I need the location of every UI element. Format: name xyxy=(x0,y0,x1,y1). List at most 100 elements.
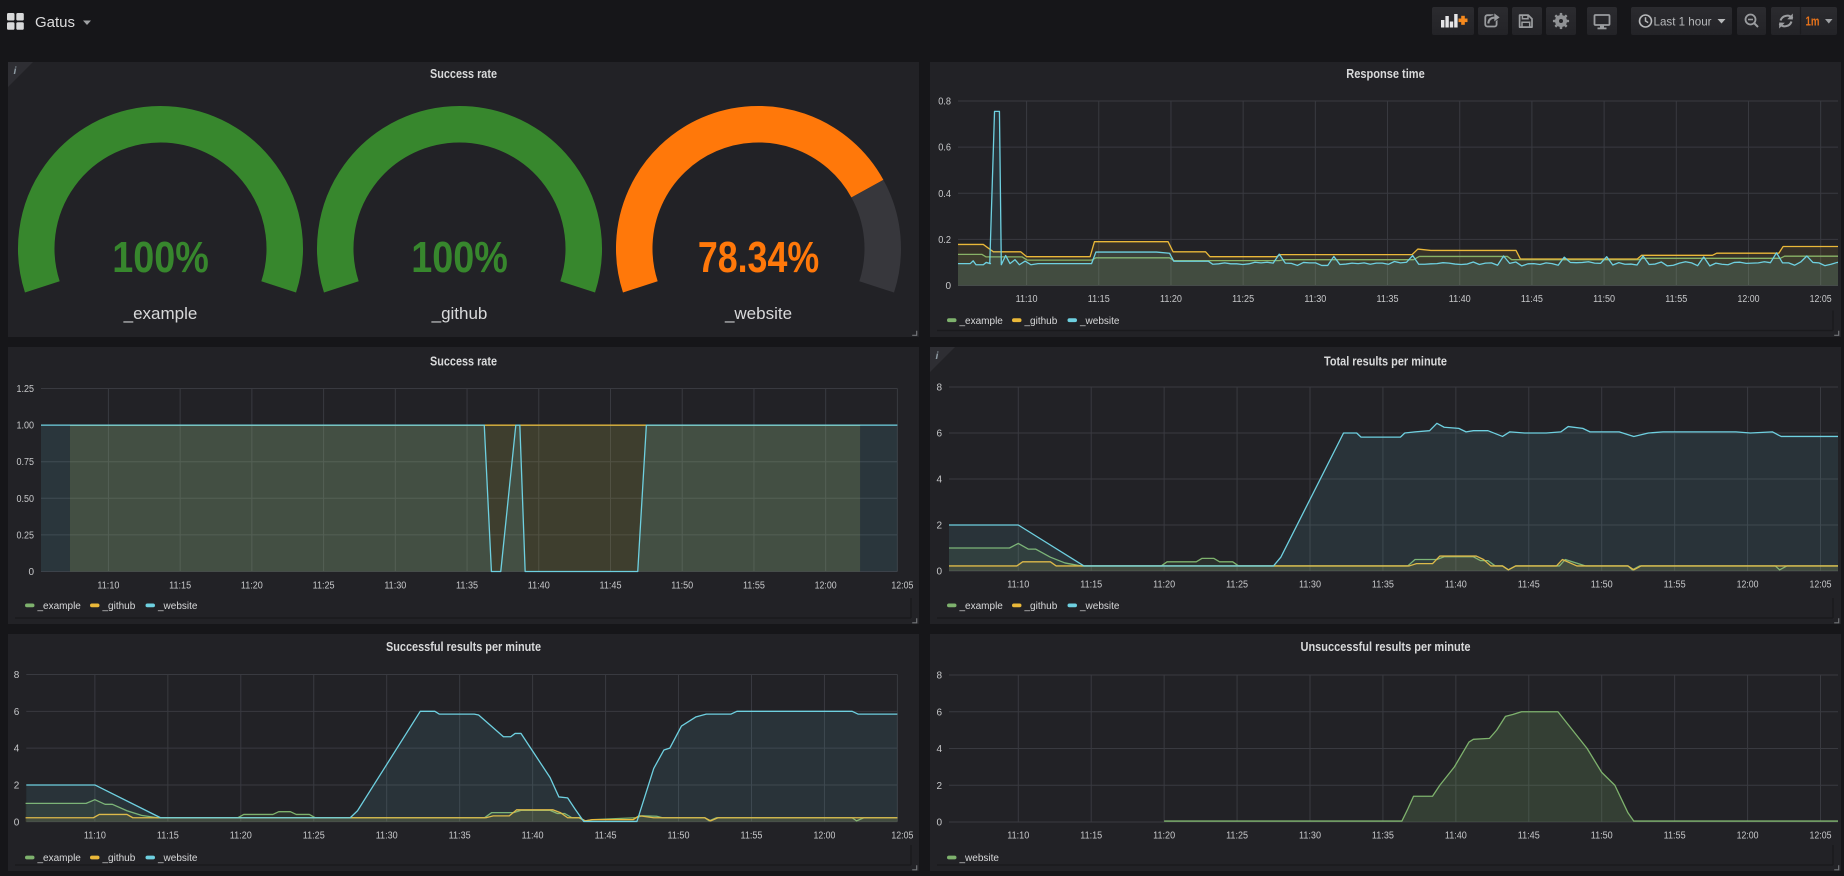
svg-text:6: 6 xyxy=(936,707,942,718)
svg-text:12:00: 12:00 xyxy=(1737,580,1759,591)
svg-text:_example: _example xyxy=(123,304,198,323)
svg-text:11:35: 11:35 xyxy=(1372,831,1394,842)
svg-text:Success rate: Success rate xyxy=(430,354,497,369)
svg-text:11:55: 11:55 xyxy=(743,580,765,591)
svg-text:11:55: 11:55 xyxy=(1664,831,1686,842)
svg-text:0.4: 0.4 xyxy=(938,189,951,200)
svg-text:100%: 100% xyxy=(411,233,508,282)
svg-text:11:40: 11:40 xyxy=(522,831,544,842)
svg-text:11:50: 11:50 xyxy=(1593,294,1615,305)
svg-text:11:15: 11:15 xyxy=(157,831,179,842)
svg-text:0: 0 xyxy=(14,817,20,828)
svg-text:11:25: 11:25 xyxy=(313,580,335,591)
svg-text:0: 0 xyxy=(936,818,942,829)
svg-text:Response time: Response time xyxy=(1346,66,1425,81)
svg-text:_website: _website xyxy=(157,853,198,864)
svg-text:6: 6 xyxy=(14,707,20,718)
svg-text:_example: _example xyxy=(959,601,1004,612)
svg-text:11:15: 11:15 xyxy=(1080,831,1102,842)
svg-text:11:10: 11:10 xyxy=(97,580,119,591)
svg-text:_github: _github xyxy=(102,853,136,864)
svg-text:78.34%: 78.34% xyxy=(698,233,819,282)
svg-text:11:30: 11:30 xyxy=(1299,580,1321,591)
svg-text:11:20: 11:20 xyxy=(1153,831,1175,842)
svg-text:2: 2 xyxy=(14,780,20,791)
svg-text:11:25: 11:25 xyxy=(303,831,325,842)
svg-text:Total results per minute: Total results per minute xyxy=(1324,354,1447,369)
svg-text:4: 4 xyxy=(936,744,942,755)
svg-text:2: 2 xyxy=(936,521,942,532)
svg-text:0: 0 xyxy=(28,567,34,578)
svg-text:11:35: 11:35 xyxy=(1372,580,1394,591)
svg-text:100%: 100% xyxy=(112,233,209,282)
svg-text:11:10: 11:10 xyxy=(1007,580,1029,591)
svg-text:11:15: 11:15 xyxy=(1088,294,1110,305)
svg-text:11:15: 11:15 xyxy=(169,580,191,591)
svg-text:_github: _github xyxy=(1024,316,1058,327)
svg-text:11:20: 11:20 xyxy=(241,580,263,591)
svg-text:11:45: 11:45 xyxy=(600,580,622,591)
svg-text:0.75: 0.75 xyxy=(17,457,35,468)
svg-text:11:15: 11:15 xyxy=(1080,580,1102,591)
svg-text:11:40: 11:40 xyxy=(1445,831,1467,842)
svg-text:11:10: 11:10 xyxy=(84,831,106,842)
svg-text:1.25: 1.25 xyxy=(17,384,35,395)
svg-text:Gatus: Gatus xyxy=(35,14,75,31)
svg-text:11:55: 11:55 xyxy=(1665,294,1687,305)
svg-text:_website: _website xyxy=(157,601,198,612)
svg-text:Unsuccessful results per minut: Unsuccessful results per minute xyxy=(1301,639,1471,654)
svg-text:11:40: 11:40 xyxy=(1449,294,1471,305)
svg-text:8: 8 xyxy=(936,671,942,682)
svg-text:0.6: 0.6 xyxy=(938,143,951,154)
svg-text:_website: _website xyxy=(959,853,1000,864)
svg-text:8: 8 xyxy=(14,670,20,681)
svg-text:11:50: 11:50 xyxy=(1591,580,1613,591)
svg-text:6: 6 xyxy=(936,429,942,440)
svg-text:1.00: 1.00 xyxy=(17,421,35,432)
svg-text:0.25: 0.25 xyxy=(17,530,35,541)
svg-text:2: 2 xyxy=(936,781,942,792)
svg-text:11:25: 11:25 xyxy=(1232,294,1254,305)
svg-text:12:00: 12:00 xyxy=(1737,831,1759,842)
svg-text:4: 4 xyxy=(936,475,942,486)
svg-text:11:45: 11:45 xyxy=(1518,831,1540,842)
svg-text:_github: _github xyxy=(1024,601,1058,612)
svg-text:11:35: 11:35 xyxy=(1377,294,1399,305)
svg-text:_github: _github xyxy=(102,601,136,612)
svg-text:0: 0 xyxy=(936,567,942,578)
svg-text:12:05: 12:05 xyxy=(1810,580,1832,591)
svg-text:11:30: 11:30 xyxy=(384,580,406,591)
svg-text:11:30: 11:30 xyxy=(1304,294,1326,305)
svg-text:11:20: 11:20 xyxy=(1160,294,1182,305)
svg-text:0.8: 0.8 xyxy=(938,97,951,108)
svg-text:11:10: 11:10 xyxy=(1007,831,1029,842)
svg-text:11:45: 11:45 xyxy=(1518,580,1540,591)
svg-text:12:00: 12:00 xyxy=(815,580,837,591)
svg-text:11:20: 11:20 xyxy=(1153,580,1175,591)
svg-text:11:40: 11:40 xyxy=(528,580,550,591)
svg-text:11:10: 11:10 xyxy=(1016,294,1038,305)
svg-text:_example: _example xyxy=(37,853,82,864)
svg-text:11:50: 11:50 xyxy=(671,580,693,591)
svg-text:11:45: 11:45 xyxy=(1521,294,1543,305)
svg-text:11:35: 11:35 xyxy=(449,831,471,842)
svg-text:11:30: 11:30 xyxy=(376,831,398,842)
svg-text:12:05: 12:05 xyxy=(1810,831,1832,842)
svg-text:4: 4 xyxy=(14,744,20,755)
svg-text:12:05: 12:05 xyxy=(891,580,913,591)
svg-text:11:55: 11:55 xyxy=(740,831,762,842)
svg-text:1m: 1m xyxy=(1805,14,1819,28)
svg-text:12:00: 12:00 xyxy=(813,831,835,842)
svg-text:_github: _github xyxy=(431,304,488,323)
svg-text:12:00: 12:00 xyxy=(1737,294,1759,305)
svg-text:11:50: 11:50 xyxy=(1591,831,1613,842)
svg-text:11:25: 11:25 xyxy=(1226,580,1248,591)
svg-text:11:50: 11:50 xyxy=(668,831,690,842)
svg-text:0.50: 0.50 xyxy=(17,494,35,505)
svg-text:11:25: 11:25 xyxy=(1226,831,1248,842)
svg-text:Success rate: Success rate xyxy=(430,66,497,81)
svg-text:8: 8 xyxy=(936,383,942,394)
svg-text:_example: _example xyxy=(37,601,82,612)
svg-text:11:30: 11:30 xyxy=(1299,831,1321,842)
svg-text:Successful results per minute: Successful results per minute xyxy=(386,639,541,654)
